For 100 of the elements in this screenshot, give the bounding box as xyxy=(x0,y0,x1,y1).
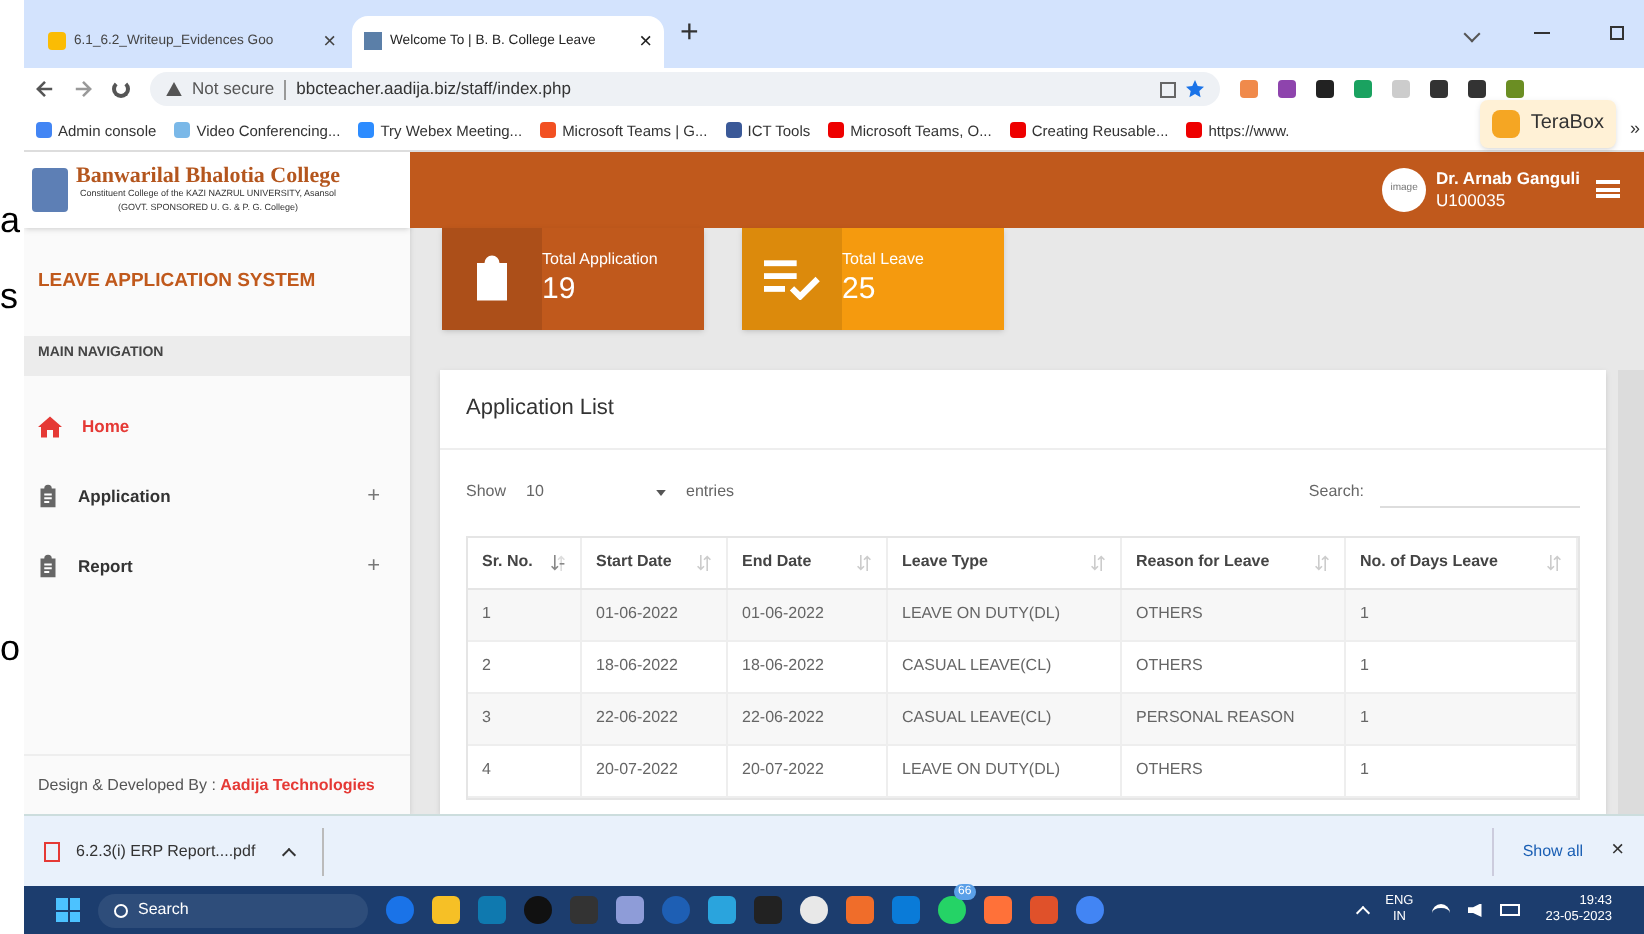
terabox-badge[interactable]: TeraBox xyxy=(1480,99,1616,148)
forward-arrow-icon[interactable] xyxy=(74,80,92,99)
sort-icon[interactable] xyxy=(550,553,566,572)
college-name: Banwarilal Bhalotia College xyxy=(76,163,340,188)
table-cell: 4 xyxy=(468,745,582,796)
developer-link[interactable]: Aadija Technologies xyxy=(220,775,375,794)
page-size-select[interactable]: 10 xyxy=(522,480,671,505)
table-cell: 2 xyxy=(468,641,582,692)
table-cell: 20-07-2022 xyxy=(728,745,888,796)
stat-label: Total Application xyxy=(542,248,658,273)
bookmark-icon xyxy=(36,122,52,139)
clipboard-icon xyxy=(38,484,58,509)
table-cell: 22-06-2022 xyxy=(582,693,728,744)
table-cell: 1 xyxy=(468,589,582,640)
windows-logo-icon[interactable] xyxy=(56,898,80,923)
table-cell: 1 xyxy=(1346,589,1578,640)
show-all-button[interactable]: Show all xyxy=(1510,839,1596,864)
nav-item[interactable]: Report + xyxy=(24,531,410,602)
bookmark-icon xyxy=(1186,122,1203,139)
table-cell: PERSONAL REASON xyxy=(1122,693,1346,744)
extension-icon[interactable] xyxy=(1316,80,1334,99)
maximize-icon[interactable] xyxy=(1610,26,1624,41)
app-icon[interactable] xyxy=(432,896,460,925)
bookmark-icon xyxy=(725,122,742,139)
column-header[interactable]: Reason for Leave xyxy=(1122,537,1346,588)
pdf-file-icon xyxy=(44,841,60,862)
clipboard-icon xyxy=(472,254,512,303)
entries-label: entries xyxy=(686,480,735,505)
more-bookmarks-button[interactable]: » xyxy=(1629,116,1640,144)
user-name: Dr. Arnab Ganguli xyxy=(1436,167,1580,190)
home-icon xyxy=(38,415,62,438)
tab-favicon-icon xyxy=(48,32,66,51)
app-icon[interactable] xyxy=(616,896,644,925)
clipboard-icon xyxy=(38,554,58,579)
extension-icon[interactable] xyxy=(1468,80,1486,99)
table-cell: OTHERS xyxy=(1122,745,1346,796)
minimize-icon[interactable] xyxy=(1534,32,1550,35)
bookmark-icon xyxy=(174,122,191,139)
cloud-upload-icon xyxy=(1492,109,1521,138)
table-cell: 1 xyxy=(1346,641,1578,692)
reload-icon[interactable] xyxy=(112,80,130,99)
speaker-icon[interactable] xyxy=(1467,903,1482,918)
extension-icon[interactable] xyxy=(1430,80,1448,99)
url-text: bbcteacher.aadija.biz/staff/index.php xyxy=(296,76,573,103)
college-emblem-icon xyxy=(32,167,68,212)
app-icon[interactable] xyxy=(708,896,736,925)
checklist-icon xyxy=(764,257,820,300)
new-tab-button[interactable]: + xyxy=(680,9,699,58)
column-header[interactable]: No. of Days Leave xyxy=(1346,537,1578,588)
app-icon[interactable] xyxy=(800,896,828,925)
bookmark-icon xyxy=(1009,122,1026,139)
dropdown-caret-icon xyxy=(656,489,667,496)
column-header[interactable]: Start Date xyxy=(582,537,728,588)
tab-close-button[interactable]: × xyxy=(323,25,336,59)
table-cell: OTHERS xyxy=(1122,589,1346,640)
back-arrow-icon[interactable] xyxy=(36,80,54,99)
table-cell: 1 xyxy=(1346,745,1578,796)
share-icon[interactable] xyxy=(1160,81,1176,98)
column-header[interactable]: Leave Type xyxy=(888,537,1122,588)
download-filename[interactable]: 6.2.3(i) ERP Report....pdf xyxy=(76,839,256,864)
background-letter: s xyxy=(0,276,20,316)
table-cell: 20-07-2022 xyxy=(582,745,728,796)
table-cell: 01-06-2022 xyxy=(728,589,888,640)
bookmark-icon xyxy=(358,122,375,139)
close-button[interactable]: × xyxy=(1611,834,1624,868)
search-label: Search: xyxy=(1308,480,1364,505)
table-cell: CASUAL LEAVE(CL) xyxy=(888,641,1122,692)
app-icon[interactable] xyxy=(846,896,874,925)
star-icon[interactable] xyxy=(1186,80,1204,99)
stat-value: 19 xyxy=(542,272,578,309)
table-cell: 22-06-2022 xyxy=(728,693,888,744)
footer-credit: Design & Developed By : Aadija Technologies xyxy=(38,773,375,798)
app-icon[interactable] xyxy=(984,896,1012,925)
nav-item[interactable]: Application + xyxy=(24,461,410,532)
warning-icon xyxy=(166,82,182,97)
battery-icon[interactable] xyxy=(1499,904,1520,917)
table-cell: 1 xyxy=(1346,693,1578,744)
nav-item[interactable]: Home xyxy=(24,391,410,462)
bookmark-icon xyxy=(828,122,845,139)
table-cell: 01-06-2022 xyxy=(582,589,728,640)
show-label: Show xyxy=(466,480,507,505)
system-title: LEAVE APPLICATION SYSTEM xyxy=(38,267,316,296)
table-cell: 18-06-2022 xyxy=(582,641,728,692)
column-header[interactable]: Sr. No. xyxy=(468,537,582,588)
card-title: Application List xyxy=(466,393,614,424)
security-label: Not secure xyxy=(192,76,275,103)
table-cell: LEAVE ON DUTY(DL) xyxy=(888,589,1122,640)
expand-icon[interactable]: + xyxy=(367,549,380,583)
stat-value: 25 xyxy=(842,272,878,309)
column-header[interactable]: End Date xyxy=(728,537,888,588)
app-icon[interactable] xyxy=(938,896,966,925)
background-letter: o xyxy=(0,628,23,668)
tab-close-button[interactable]: × xyxy=(639,25,652,59)
table-cell: OTHERS xyxy=(1122,641,1346,692)
menu-icon[interactable] xyxy=(1596,180,1620,199)
table-cell: CASUAL LEAVE(CL) xyxy=(888,693,1122,744)
expand-icon[interactable]: + xyxy=(367,479,380,513)
search-icon xyxy=(114,903,128,918)
address-bar[interactable]: Not secure bbcteacher.aadija.biz/staff/index.php xyxy=(150,72,1220,107)
taskbar-search-field[interactable]: Search xyxy=(98,893,368,928)
